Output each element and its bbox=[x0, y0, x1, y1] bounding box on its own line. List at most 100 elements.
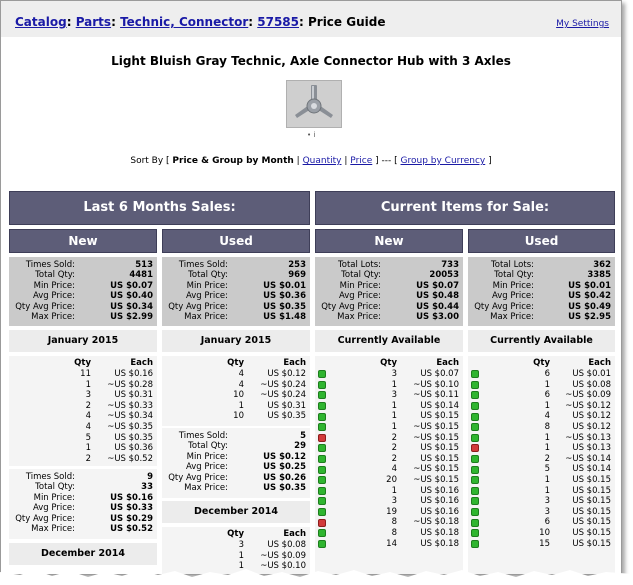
sort-price-link[interactable]: Price bbox=[350, 156, 372, 166]
table-row: 11 US $0.16 bbox=[9, 369, 157, 380]
summary-value: US $0.33 bbox=[110, 503, 153, 514]
my-settings-link[interactable]: My Settings bbox=[556, 19, 609, 29]
table-row[interactable]: 3 ~US $0.11 bbox=[315, 390, 463, 401]
each-cell: ~US $0.09 bbox=[565, 390, 611, 401]
stat-value: US $0.34 bbox=[110, 301, 153, 312]
qty-cell: 3 bbox=[391, 496, 397, 507]
each-cell: ~US $0.33 bbox=[107, 400, 153, 411]
flag-col bbox=[468, 358, 482, 369]
stat-value: US $0.07 bbox=[416, 280, 459, 291]
each-cell: US $0.08 bbox=[267, 540, 306, 550]
stat-value: 3385 bbox=[587, 270, 611, 281]
summary-value: 29 bbox=[294, 441, 306, 452]
stat-value: US $0.44 bbox=[416, 301, 459, 312]
green-flag-icon bbox=[318, 476, 326, 485]
green-flag-icon bbox=[471, 402, 479, 411]
table-row[interactable]: 8 ~US $0.18 bbox=[315, 517, 463, 528]
breadcrumb-parts-link[interactable]: Parts bbox=[76, 15, 111, 29]
part-image[interactable] bbox=[286, 80, 342, 128]
table-row[interactable]: 1 ~US $0.15 bbox=[315, 422, 463, 433]
table-row[interactable]: 1 US $0.15 bbox=[315, 411, 463, 422]
table-row[interactable]: 8 US $0.18 bbox=[315, 528, 463, 539]
table-row: 3 US $0.08 bbox=[162, 540, 310, 551]
table-row: 4 ~US $0.34 bbox=[9, 411, 157, 422]
each-cell: US $0.12 bbox=[572, 411, 611, 422]
table-row[interactable]: 6 US $0.01 bbox=[468, 369, 615, 380]
stat-value: US $2.99 bbox=[110, 311, 153, 322]
each-cell: US $0.36 bbox=[114, 443, 153, 454]
last-6-months-header: Last 6 Months Sales: bbox=[9, 191, 310, 225]
table-row[interactable]: 2 ~US $0.15 bbox=[315, 433, 463, 444]
summary-label: Min Price: bbox=[33, 492, 75, 503]
summary-value: US $0.26 bbox=[263, 472, 306, 483]
table-row[interactable]: 6 ~US $0.09 bbox=[468, 390, 615, 401]
table-row[interactable]: 2 US $0.15 bbox=[315, 454, 463, 465]
sold-new-header: New bbox=[9, 229, 157, 253]
flag-cell bbox=[315, 539, 329, 550]
table-row[interactable]: 3 US $0.15 bbox=[468, 507, 615, 518]
each-header: Each bbox=[130, 358, 153, 368]
stat-row: Min Price: US $0.01 bbox=[162, 281, 310, 291]
group-by-currency-link[interactable]: Group by Currency bbox=[401, 156, 486, 166]
each-cell: US $0.31 bbox=[267, 400, 306, 411]
flag-cell bbox=[468, 401, 482, 412]
stat-row: Total Qty: 969 bbox=[162, 270, 310, 280]
breadcrumb-category-link[interactable]: Technic, Connector bbox=[120, 15, 248, 29]
each-header: Each bbox=[283, 358, 306, 368]
table-row[interactable]: 2 ~US $0.14 bbox=[468, 454, 615, 465]
summary-label: Max Price: bbox=[31, 523, 75, 534]
green-flag-icon bbox=[471, 497, 479, 506]
green-flag-icon bbox=[318, 380, 326, 389]
qty-cell: 15 bbox=[539, 538, 550, 549]
sale-used-header: Used bbox=[468, 229, 615, 253]
breadcrumb-catalog-link[interactable]: Catalog bbox=[15, 15, 67, 29]
each-cell: ~US $0.28 bbox=[107, 379, 153, 390]
table-row[interactable]: 10 US $0.15 bbox=[468, 528, 615, 539]
table-row[interactable]: 1 US $0.08 bbox=[468, 380, 615, 391]
each-cell: ~US $0.15 bbox=[413, 421, 459, 432]
green-flag-icon bbox=[318, 455, 326, 464]
table-row: 2 ~US $0.52 bbox=[9, 454, 157, 465]
sale-new-available-header: Currently Available bbox=[315, 330, 463, 352]
stat-row: Max Price: US $1.48 bbox=[162, 312, 310, 322]
sort-quantity-link[interactable]: Quantity bbox=[303, 156, 342, 166]
table-row[interactable]: 3 US $0.16 bbox=[315, 496, 463, 507]
table-row[interactable]: 15 US $0.15 bbox=[468, 539, 615, 550]
green-flag-icon bbox=[471, 529, 479, 538]
stat-row: Avg Price: US $0.42 bbox=[468, 291, 615, 301]
table-row[interactable]: 1 US $0.13 bbox=[468, 443, 615, 454]
table-row[interactable]: 1 ~US $0.13 bbox=[468, 433, 615, 444]
green-flag-icon bbox=[471, 476, 479, 485]
table-row[interactable]: 1 US $0.14 bbox=[315, 401, 463, 412]
summary-label: Qty Avg Price: bbox=[15, 513, 75, 524]
table-row[interactable]: 1 ~US $0.10 bbox=[315, 380, 463, 391]
table-row[interactable]: 8 US $0.12 bbox=[468, 422, 615, 433]
table-row[interactable]: 5 US $0.14 bbox=[468, 464, 615, 475]
table-row[interactable]: 1 ~US $0.12 bbox=[468, 401, 615, 412]
table-row[interactable]: 4 ~US $0.15 bbox=[315, 464, 463, 475]
stat-label: Max Price: bbox=[490, 311, 534, 322]
each-cell: US $0.16 bbox=[420, 496, 459, 507]
green-flag-icon bbox=[471, 423, 479, 432]
table-row: 1 ~US $0.28 bbox=[9, 380, 157, 391]
breadcrumb-item-link[interactable]: 57585 bbox=[257, 15, 299, 29]
table-row[interactable]: 14 US $0.18 bbox=[315, 539, 463, 550]
table-row[interactable]: 4 US $0.12 bbox=[468, 411, 615, 422]
each-cell: US $0.31 bbox=[114, 390, 153, 401]
table-row[interactable]: 1 US $0.15 bbox=[468, 486, 615, 497]
green-flag-icon bbox=[471, 465, 479, 474]
table-row[interactable]: 1 US $0.15 bbox=[468, 475, 615, 486]
qty-cell: 2 bbox=[85, 400, 91, 411]
table-row[interactable]: 1 US $0.16 bbox=[315, 486, 463, 497]
sold-new-month-header: January 2015 bbox=[9, 330, 157, 352]
table-row[interactable]: 6 US $0.15 bbox=[468, 517, 615, 528]
green-flag-icon bbox=[318, 444, 326, 453]
flag-cell bbox=[315, 507, 329, 518]
stat-label: Max Price: bbox=[337, 311, 381, 322]
table-row[interactable]: 3 US $0.07 bbox=[315, 369, 463, 380]
table-row[interactable]: 20 ~US $0.15 bbox=[315, 475, 463, 486]
table-row[interactable]: 3 US $0.15 bbox=[468, 496, 615, 507]
table-row[interactable]: 2 US $0.15 bbox=[315, 443, 463, 454]
table-row[interactable]: 19 US $0.16 bbox=[315, 507, 463, 518]
qty-cell: 1 bbox=[85, 379, 91, 390]
